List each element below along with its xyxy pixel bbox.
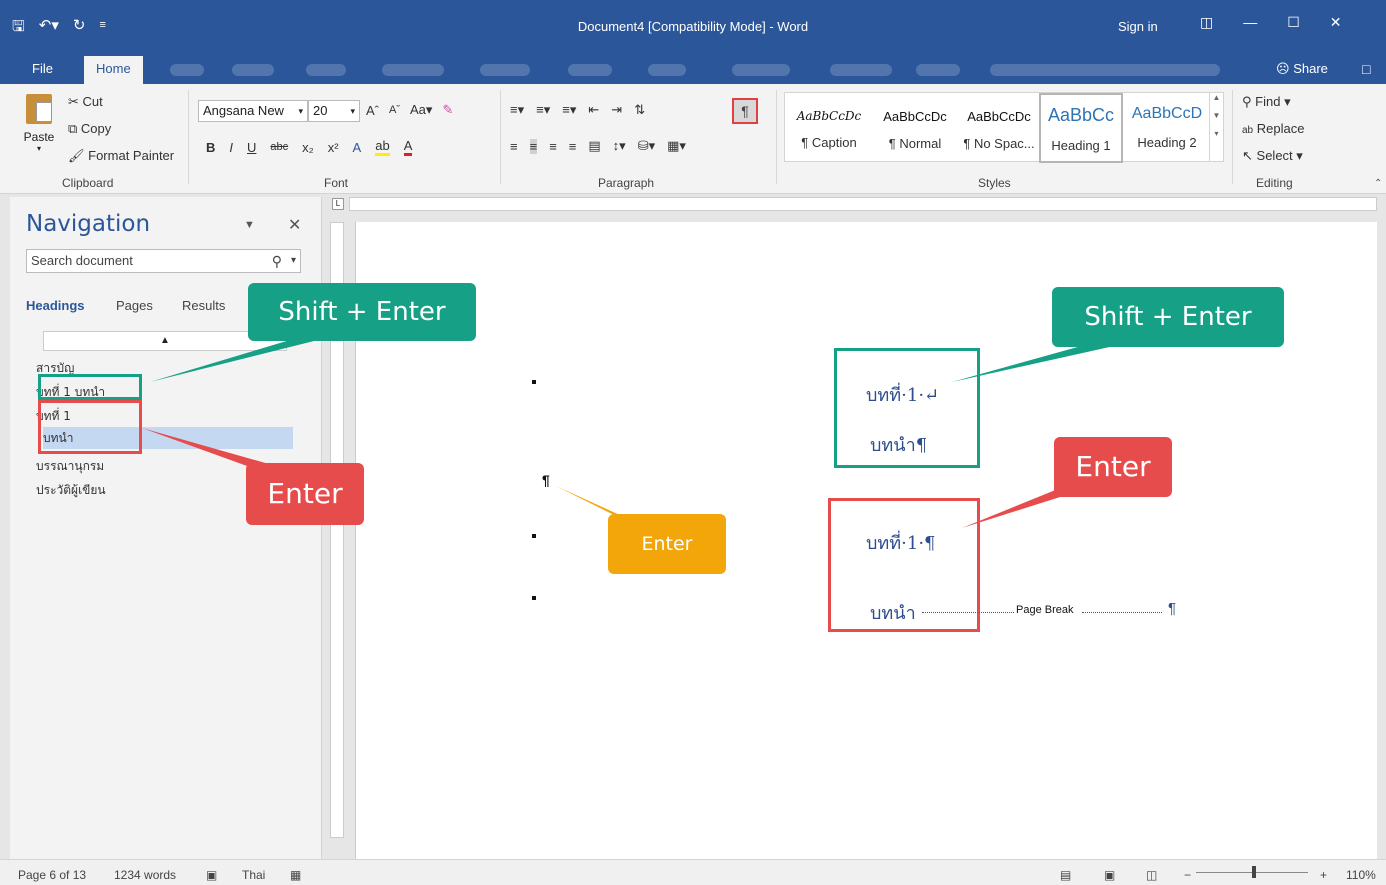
- callout-enter-doc: Enter: [608, 514, 726, 574]
- proofing-icon[interactable]: ▣: [206, 868, 217, 882]
- macro-icon[interactable]: ▦: [290, 868, 301, 882]
- callout-enter-nav: Enter: [246, 463, 364, 525]
- callout-tail: [150, 340, 318, 382]
- zoom-slider-thumb[interactable]: [1252, 866, 1256, 878]
- callout-shift-enter-nav: Shift + Enter: [248, 283, 476, 341]
- callout-shift-enter-doc: Shift + Enter: [1052, 287, 1284, 347]
- language-label[interactable]: Thai: [242, 868, 265, 882]
- zoom-out-icon[interactable]: −: [1184, 868, 1191, 882]
- word-count[interactable]: 1234 words: [114, 868, 176, 882]
- zoom-in-icon[interactable]: +: [1320, 868, 1327, 882]
- print-layout-icon[interactable]: ▣: [1104, 868, 1115, 882]
- status-bar: Page 6 of 13 1234 words ▣ Thai ▦ ▤ ▣ ◫ −…: [0, 859, 1386, 885]
- page-count[interactable]: Page 6 of 13: [18, 868, 86, 882]
- zoom-level[interactable]: 110%: [1346, 868, 1376, 882]
- read-mode-icon[interactable]: ▤: [1060, 868, 1071, 882]
- web-layout-icon[interactable]: ◫: [1146, 868, 1157, 882]
- callout-tails: [142, 338, 1150, 528]
- callout-enter-doc-2: Enter: [1054, 437, 1172, 497]
